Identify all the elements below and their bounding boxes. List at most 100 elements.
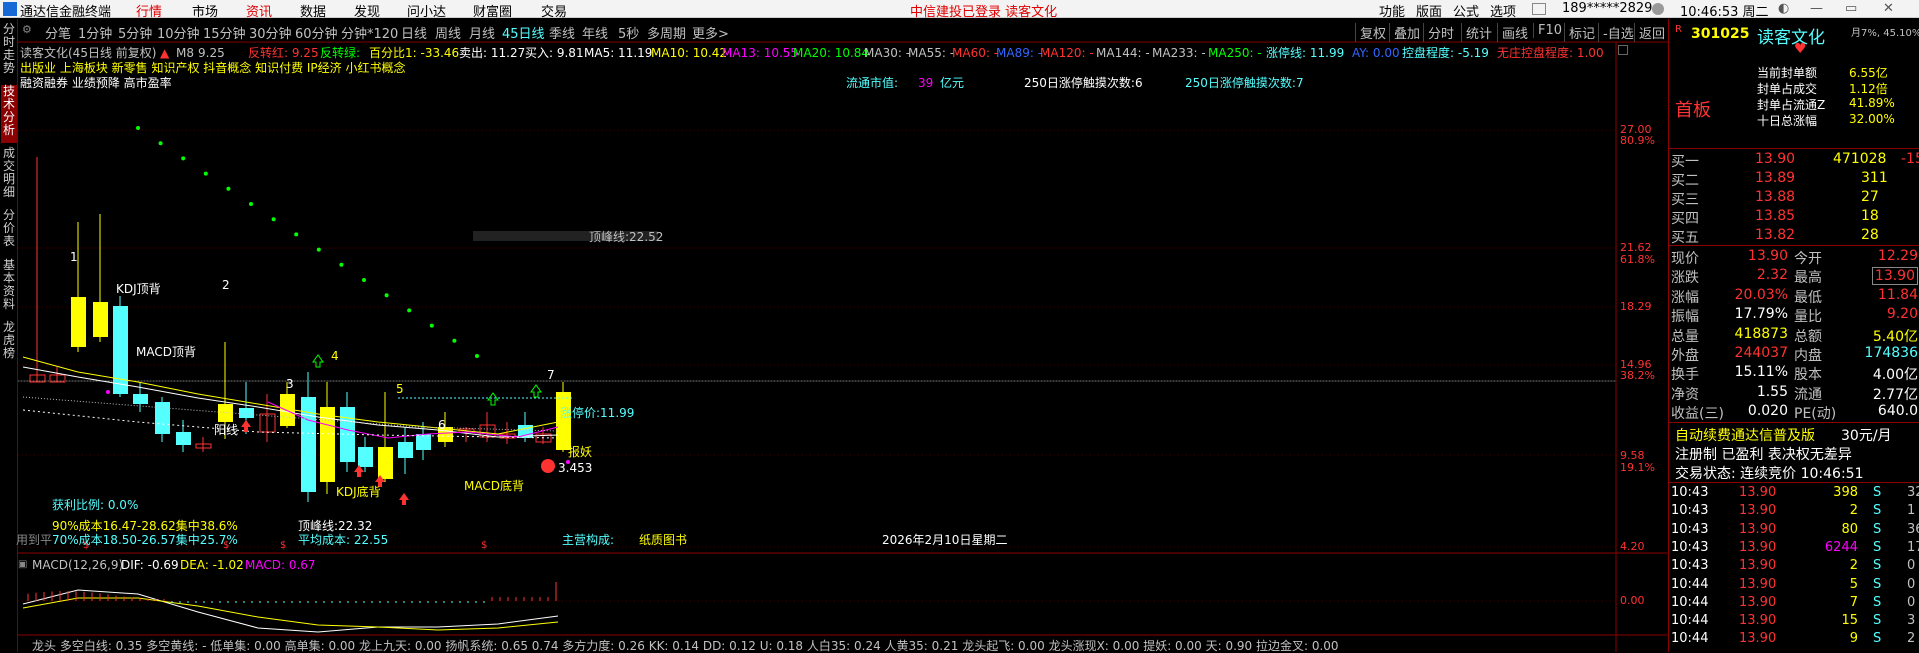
period-10min[interactable]: 10分钟: [157, 23, 200, 42]
bid-row[interactable]: 买二 13.89 311: [1671, 169, 1918, 189]
minimize-icon[interactable]: —: [1810, 1, 1823, 16]
settings-icon[interactable]: ⚙: [22, 23, 32, 36]
menu-gongshi[interactable]: 公式: [1453, 1, 1479, 20]
promo-row[interactable]: 自动续费通达信普及版 30元/月: [1671, 424, 1918, 445]
seal-row: 十日总涨幅 32.00%: [1671, 111, 1918, 128]
stat-label: 换手: [1671, 367, 1699, 384]
hdr-ma13: MA13: 10.55: [722, 46, 799, 60]
trend-dot: [452, 338, 457, 343]
btn-fuquan[interactable]: 复权: [1355, 23, 1386, 42]
ann-avg-cost: 平均成本: 22.55: [298, 533, 389, 547]
ann-num: 1: [70, 250, 78, 264]
menu-shuju[interactable]: 数据: [300, 1, 326, 20]
bid-row[interactable]: 买一 13.90 471028 -15: [1671, 150, 1919, 170]
btn-zixuan[interactable]: -自选: [1598, 23, 1634, 42]
menu-hangqing[interactable]: 行情: [136, 1, 162, 20]
login-notice[interactable]: 中信建投已登录 读客文化: [910, 1, 1057, 20]
tick-time: 10:44: [1671, 594, 1709, 610]
stat-row: 现价 13.90 今开 12.29: [1671, 247, 1918, 267]
trend-dot: [158, 141, 163, 146]
hint-text: 用到平: [16, 533, 53, 547]
menu-banmian[interactable]: 版面: [1416, 1, 1442, 20]
bid-price: 13.90: [1755, 151, 1796, 167]
skin-icon[interactable]: ◐: [1778, 1, 1789, 16]
btn-biaoji[interactable]: 标记: [1564, 23, 1595, 42]
period-multi[interactable]: 多周期: [647, 23, 686, 42]
stock-name[interactable]: 读客文化: [1757, 23, 1825, 48]
candle-body: [556, 392, 571, 450]
stat-label: 外盘: [1671, 348, 1699, 364]
tick-side: S: [1873, 576, 1882, 592]
hdr-maichu: 卖出: 11.27: [459, 46, 526, 60]
tick-row: 10:43 13.90 80 S 36: [1671, 521, 1919, 539]
hdr-ma250: MA250: -: [1208, 46, 1262, 60]
maximize-icon[interactable]: ▭: [1845, 1, 1857, 16]
btn-fanhui[interactable]: 返回: [1634, 23, 1665, 42]
period-month[interactable]: 月线: [469, 23, 495, 42]
kline-chart[interactable]: $ $ $ $ 读客文化(45日线 前复权) ▲ M8 9.25 反转红: 9.25 …: [16, 42, 1667, 653]
period-fenbi[interactable]: 分笔: [45, 23, 71, 42]
user-icon[interactable]: [1652, 3, 1664, 15]
tick-side: S: [1873, 631, 1882, 647]
tab-chengjiao[interactable]: 成交明细: [1, 147, 17, 205]
btn-huaxian[interactable]: 画线: [1497, 23, 1528, 42]
btn-fenshi[interactable]: 分时: [1423, 23, 1454, 42]
bid-row[interactable]: 买四 13.85 18: [1671, 207, 1918, 227]
period-week[interactable]: 周线: [435, 23, 461, 42]
tab-jishu[interactable]: 技术分析: [1, 85, 17, 143]
app-logo-icon: [3, 2, 17, 16]
indicator-m8[interactable]: M8: [176, 46, 194, 60]
tick-count: 0: [1907, 594, 1916, 610]
tab-longhu[interactable]: 龙虎榜: [1, 321, 17, 367]
tab-fenjia[interactable]: 分价表: [1, 209, 17, 255]
macd-name[interactable]: MACD(12,26,9): [32, 558, 123, 572]
expand-icon[interactable]: [1618, 45, 1628, 55]
period-5sec[interactable]: 5秒: [618, 23, 639, 42]
menu-jiaoyi[interactable]: 交易: [541, 1, 567, 20]
period-15min[interactable]: 15分钟: [203, 23, 246, 42]
ann-kdj-bottom: KDJ底背: [336, 485, 381, 499]
period-1min[interactable]: 1分钟: [78, 23, 112, 42]
bid-row[interactable]: 买三 13.88 27: [1671, 188, 1918, 208]
promo-text[interactable]: 自动续费通达信普及版: [1675, 425, 1815, 445]
period-more[interactable]: 更多>: [692, 23, 729, 42]
tick-price: 13.90: [1739, 631, 1777, 647]
stat-value: 0.020: [1747, 403, 1788, 420]
mail-icon[interactable]: [1532, 3, 1546, 15]
menu-caifuquan[interactable]: 财富圈: [473, 1, 512, 20]
liutong-unit: 亿元: [940, 76, 965, 90]
tab-jiben[interactable]: 基本资料: [1, 259, 17, 317]
tab-fenshi[interactable]: 分时走势: [1, 23, 17, 81]
trend-dot: [475, 354, 479, 358]
period-60min[interactable]: 60分钟: [295, 23, 338, 42]
period-5min[interactable]: 5分钟: [118, 23, 152, 42]
menu-gongneng[interactable]: 功能: [1379, 1, 1405, 20]
bid-row[interactable]: 买五 13.82 28: [1671, 226, 1918, 246]
period-45day[interactable]: 45日线: [502, 23, 545, 42]
stat-row: 总量 418873 总额 5.40亿: [1671, 325, 1918, 345]
period-30min[interactable]: 30分钟: [249, 23, 292, 42]
menu-wenxiaoda[interactable]: 问小达: [407, 1, 446, 20]
menu-faxian[interactable]: 发现: [354, 1, 380, 20]
tick-volume: 6244: [1824, 539, 1858, 555]
menu-xuanxiang[interactable]: 选项: [1490, 1, 1516, 20]
period-day[interactable]: 日线: [401, 23, 427, 42]
period-120min[interactable]: 分钟*120: [341, 23, 398, 42]
btn-diejia[interactable]: 叠加: [1389, 23, 1420, 42]
btn-tongji[interactable]: 统计: [1461, 23, 1492, 42]
menu-zixun[interactable]: 资讯: [246, 1, 272, 20]
period-year[interactable]: 年线: [582, 23, 608, 42]
badge-icon: [541, 459, 555, 473]
main-comp-value: 纸质图书: [639, 533, 688, 547]
account-id[interactable]: 189*****2829: [1562, 1, 1652, 16]
macd-toggle-icon[interactable]: ▣: [18, 558, 27, 572]
period-season[interactable]: 季线: [549, 23, 575, 42]
tick-row: 10:44 13.90 7 S 0: [1671, 595, 1918, 612]
close-icon[interactable]: ✕: [1883, 1, 1894, 16]
candle-body: [71, 297, 86, 347]
menu-shichang[interactable]: 市场: [192, 1, 218, 20]
ann-macd-top: MACD顶背: [136, 345, 196, 359]
tick-count: 36: [1907, 521, 1919, 537]
btn-f10[interactable]: F10: [1533, 23, 1562, 38]
favorite-heart-icon[interactable]: ♥: [1794, 41, 1807, 57]
